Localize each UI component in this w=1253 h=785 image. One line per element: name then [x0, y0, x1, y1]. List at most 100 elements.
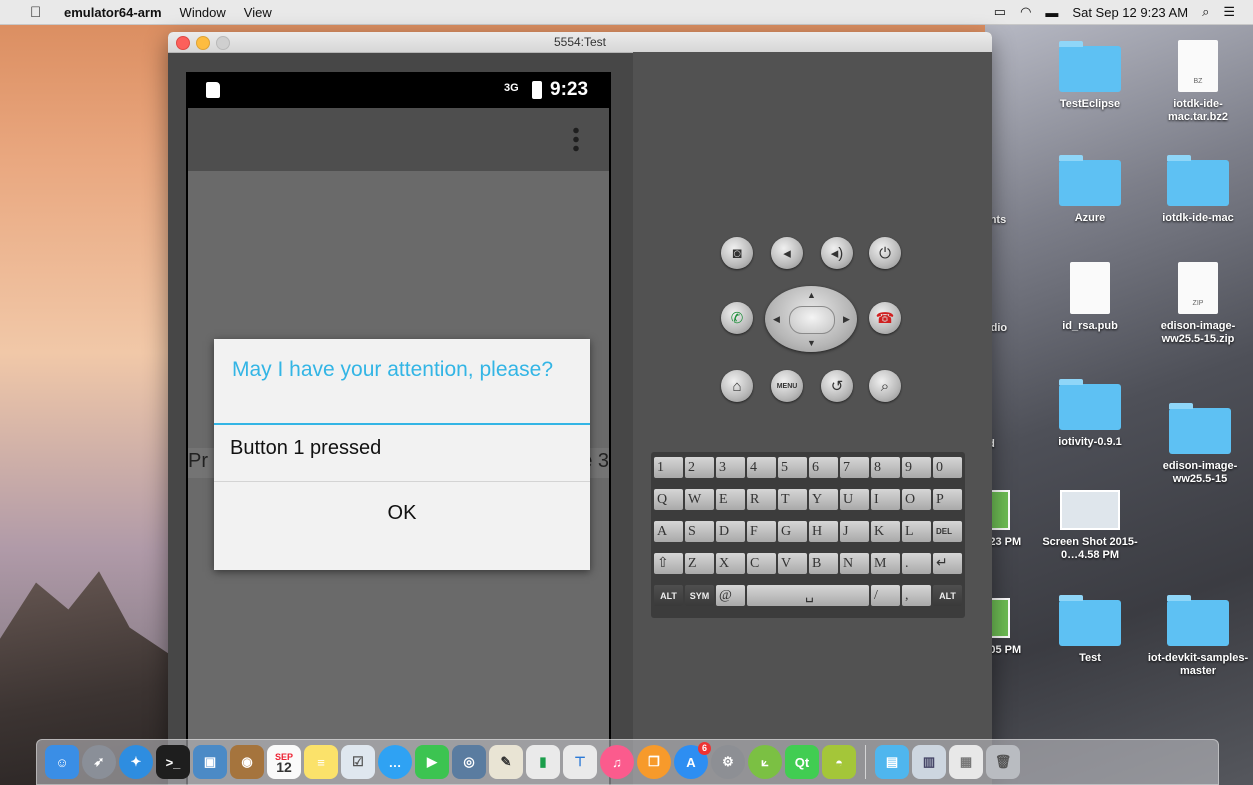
key[interactable]: C — [747, 553, 776, 574]
spotlight-icon[interactable]: ⌕ — [1202, 4, 1209, 20]
key[interactable]: M — [871, 553, 900, 574]
key[interactable]: , — [902, 585, 931, 606]
dpad[interactable]: ▲ ▼ ◀ ▶ — [765, 286, 857, 352]
dpad-right-icon[interactable]: ▶ — [843, 314, 850, 325]
wifi-icon[interactable]: ◠ — [1020, 4, 1031, 20]
applications-folder-icon[interactable]: ▤ — [875, 745, 909, 779]
key[interactable]: Z — [685, 553, 714, 574]
volume-up-icon[interactable]: ◂) — [821, 237, 853, 269]
system-preferences-icon[interactable]: ⚙ — [711, 745, 745, 779]
terminal-icon[interactable]: >_ — [156, 745, 190, 779]
close-window-button[interactable] — [176, 36, 190, 50]
home-icon[interactable]: ⌂ — [721, 370, 753, 402]
ibooks-icon[interactable]: ❒ — [637, 745, 671, 779]
dpad-left-icon[interactable]: ◀ — [773, 314, 780, 325]
key[interactable]: 4 — [747, 457, 776, 478]
documents-stack-icon[interactable]: ▦ — [949, 745, 983, 779]
key[interactable]: F — [747, 521, 776, 542]
key[interactable]: 9 — [902, 457, 931, 478]
dpad-center-button[interactable] — [789, 306, 835, 334]
key[interactable]: L — [902, 521, 931, 542]
key[interactable]: I — [871, 489, 900, 510]
notification-center-icon[interactable]: ☰ — [1223, 4, 1235, 20]
key[interactable]: 2 — [685, 457, 714, 478]
overflow-menu-icon[interactable] — [573, 126, 579, 154]
key[interactable]: @ — [716, 585, 745, 606]
key[interactable]: A — [654, 521, 683, 542]
textedit-icon[interactable]: ✎ — [489, 745, 523, 779]
launchpad-icon[interactable]: ➶ — [82, 745, 116, 779]
key[interactable]: V — [778, 553, 807, 574]
search-icon[interactable]: ⌕ — [869, 370, 901, 402]
key[interactable]: 6 — [809, 457, 838, 478]
key[interactable]: 5 — [778, 457, 807, 478]
desktop-icon[interactable]: BZ iotdk-ide-mac.tar.bz2 — [1150, 40, 1246, 124]
key[interactable]: 1 — [654, 457, 683, 478]
menu-app-name[interactable]: emulator64-arm — [64, 5, 162, 20]
apple-icon[interactable]:  — [30, 4, 48, 21]
itunes-icon[interactable]: ♫ — [600, 745, 634, 779]
calendar-icon[interactable]: SEP 12 — [267, 745, 301, 779]
contacts-icon[interactable]: ◉ — [230, 745, 264, 779]
volume-down-icon[interactable]: ◂ — [771, 237, 803, 269]
key[interactable]: O — [902, 489, 931, 510]
safari-icon[interactable]: ✦ — [119, 745, 153, 779]
key[interactable]: G — [778, 521, 807, 542]
desktop-icon[interactable]: iotdk-ide-mac — [1150, 155, 1246, 225]
facetime-icon[interactable]: ▶ — [415, 745, 449, 779]
android-studio-icon[interactable]: ⟀ — [748, 745, 782, 779]
call-icon[interactable]: ✆ — [721, 302, 753, 334]
key[interactable]: 0 — [933, 457, 962, 478]
desktop-icon[interactable]: iotivity-0.9.1 — [1042, 379, 1138, 449]
desktop-icon[interactable]: iot-devkit-samples-master — [1145, 595, 1251, 678]
key[interactable]: . — [902, 553, 931, 574]
key[interactable]: P — [933, 489, 962, 510]
key[interactable]: E — [716, 489, 745, 510]
power-icon[interactable]: ⏻ — [869, 237, 901, 269]
sym-key[interactable]: SYM — [685, 585, 714, 606]
qt-creator-icon[interactable]: Qt — [785, 745, 819, 779]
airplay-icon[interactable]: ▭ — [994, 4, 1006, 20]
desktop-icon[interactable]: Azure — [1042, 155, 1138, 225]
preview-icon[interactable]: ▣ — [193, 745, 227, 779]
desktop-icon[interactable]: edison-image-ww25.5-15 — [1150, 403, 1250, 486]
photo-booth-icon[interactable]: ◎ — [452, 745, 486, 779]
desktop-icon[interactable]: TestEclipse — [1042, 41, 1138, 111]
menu-button[interactable]: MENU — [771, 370, 803, 402]
battery-icon[interactable]: ▬ — [1045, 5, 1058, 20]
key[interactable]: W — [685, 489, 714, 510]
key[interactable]: J — [840, 521, 869, 542]
key[interactable]: K — [871, 521, 900, 542]
key[interactable]: H — [809, 521, 838, 542]
app-store-icon[interactable]: A 6 — [674, 742, 711, 779]
desktop-icon[interactable]: ZIP edison-image-ww25.5-15.zip — [1150, 262, 1246, 346]
desktop-icon[interactable]: id_rsa.pub — [1042, 262, 1138, 333]
key[interactable]: N — [840, 553, 869, 574]
screenshot-stack-icon[interactable]: ▥ — [912, 745, 946, 779]
key[interactable]: / — [871, 585, 900, 606]
window-titlebar[interactable]: 5554:Test — [168, 32, 992, 53]
end-call-icon[interactable]: ☎ — [869, 302, 901, 334]
space-key[interactable]: ␣ — [747, 585, 869, 606]
enter-key[interactable]: ↵ — [933, 553, 962, 574]
reminders-icon[interactable]: ☑ — [341, 745, 375, 779]
key[interactable]: U — [840, 489, 869, 510]
desktop-icon[interactable]: Screen Shot 2015-0…4.58 PM — [1035, 490, 1145, 562]
menu-window[interactable]: Window — [180, 5, 226, 20]
messages-icon[interactable]: … — [378, 745, 412, 779]
delete-key[interactable]: DEL — [933, 521, 962, 542]
key[interactable]: 8 — [871, 457, 900, 478]
key[interactable]: S — [685, 521, 714, 542]
desktop-icon[interactable]: Test — [1042, 595, 1138, 665]
zoom-window-button[interactable] — [216, 36, 230, 50]
notes-icon[interactable]: ≡ — [304, 745, 338, 779]
key[interactable]: Q — [654, 489, 683, 510]
key[interactable]: T — [778, 489, 807, 510]
key[interactable]: B — [809, 553, 838, 574]
back-icon[interactable]: ↺ — [821, 370, 853, 402]
clock-text[interactable]: Sat Sep 12 9:23 AM — [1072, 5, 1188, 20]
alt-key[interactable]: ALT — [654, 585, 683, 606]
dialog-ok-button[interactable]: OK — [214, 482, 590, 544]
button-1-partial[interactable]: Pr — [188, 450, 208, 473]
finder-icon[interactable]: ☺ — [45, 745, 79, 779]
